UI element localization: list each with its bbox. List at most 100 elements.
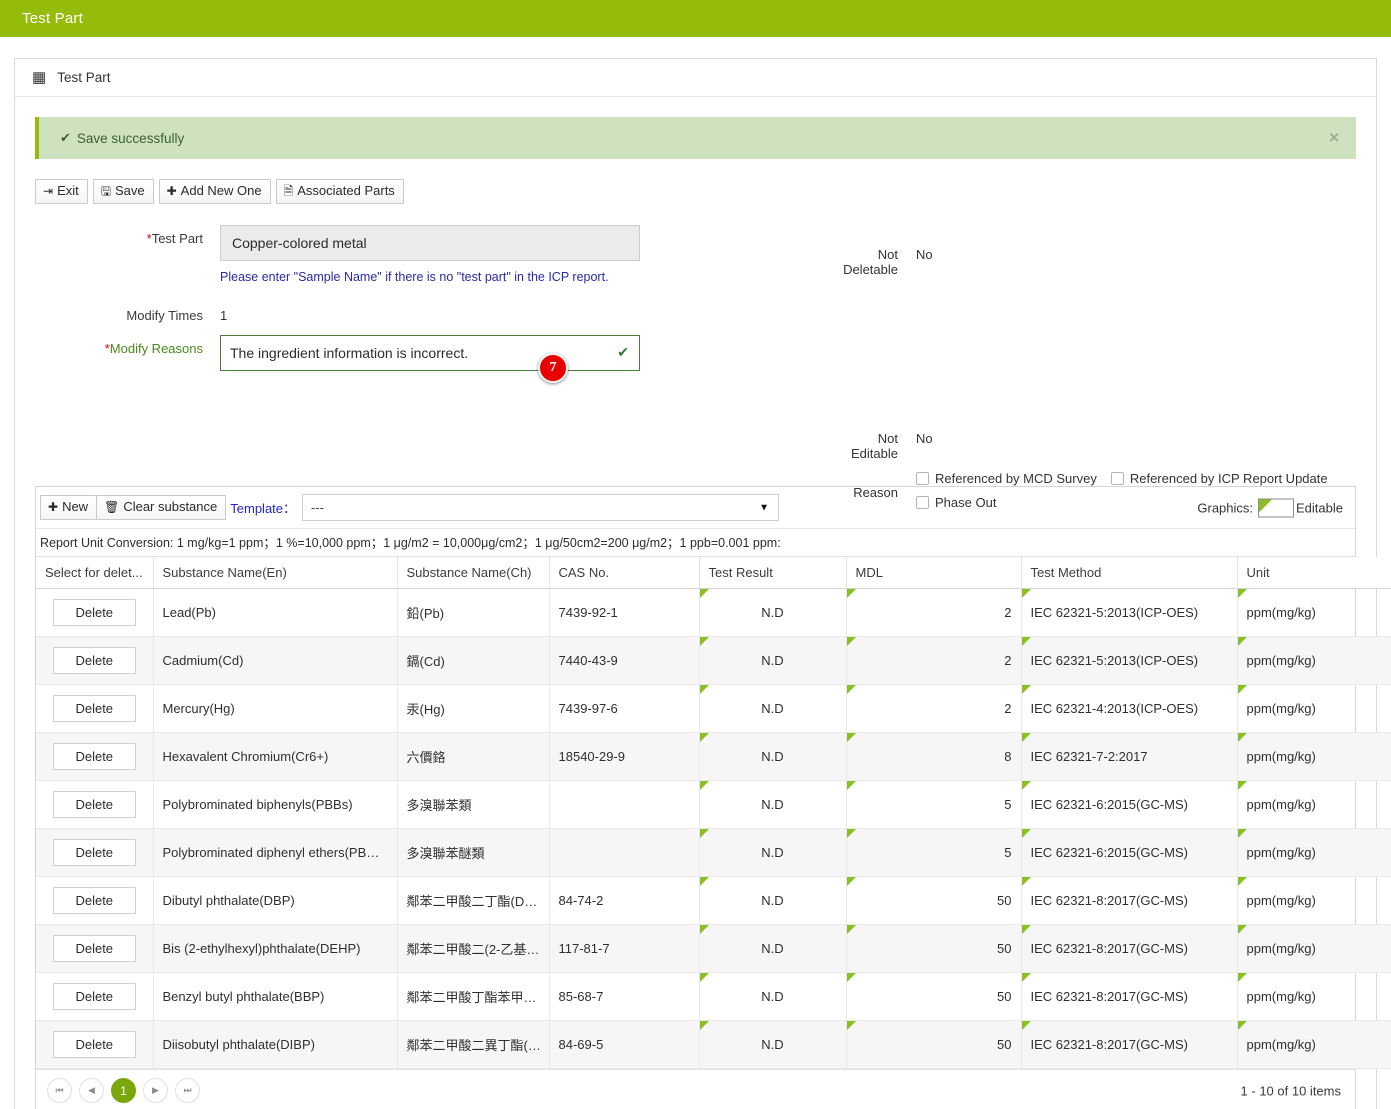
cell-test-method[interactable]: IEC 62321-4:2013(ICP-OES) <box>1021 684 1238 734</box>
cell-unit[interactable]: ppm(mg/kg) <box>1237 588 1391 638</box>
col-mdl[interactable]: MDL <box>846 557 1022 590</box>
table-row: Delete Hexavalent Chromium(Cr6+) 六價鉻 18540-… <box>36 732 1391 782</box>
not-editable-row: Not Editable No <box>840 431 1385 461</box>
save-label: Save <box>114 183 145 198</box>
delete-button[interactable]: Delete <box>52 791 136 819</box>
cell-unit[interactable]: ppm(mg/kg) <box>1237 924 1391 974</box>
cell-unit[interactable]: ppm(mg/kg) <box>1237 828 1391 878</box>
cell-test-method[interactable]: IEC 62321-7-2:2017 <box>1021 732 1238 782</box>
cell-unit[interactable]: ppm(mg/kg) <box>1237 1020 1391 1070</box>
cell-test-method[interactable]: IEC 62321-6:2015(GC-MS) <box>1021 828 1238 878</box>
graphics-legend: Graphics: Editable <box>1197 498 1343 518</box>
pager-first-button[interactable]: ⏮ <box>47 1078 72 1104</box>
modify-reasons-input[interactable]: The ingredient information is incorrect. <box>220 335 640 372</box>
add-new-one-button[interactable]: ✚ Add New One <box>158 179 271 205</box>
cell-mdl[interactable]: 5 <box>846 780 1022 830</box>
delete-button[interactable]: Delete <box>52 887 136 915</box>
clear-substance-button[interactable]: 🗑 Clear substance <box>96 495 227 521</box>
close-icon[interactable]: ✕ <box>1328 130 1340 147</box>
cell-test-method[interactable]: IEC 62321-8:2017(GC-MS) <box>1021 924 1238 974</box>
pager-next-button[interactable]: ▶ <box>143 1078 168 1104</box>
cell-test-result[interactable]: N.D <box>699 828 847 878</box>
cell-cas-no: 18540-29-9 <box>549 732 700 782</box>
checkbox-referenced-by-mcd-survey[interactable] <box>916 472 929 486</box>
modify-times-label: Modify Times <box>126 308 203 324</box>
chevron-down-icon: ▼ <box>759 502 770 514</box>
cell-unit[interactable]: ppm(mg/kg) <box>1237 684 1391 734</box>
delete-button[interactable]: Delete <box>52 839 136 867</box>
cell-mdl[interactable]: 50 <box>846 972 1022 1022</box>
cell-test-method[interactable]: IEC 62321-8:2017(GC-MS) <box>1021 876 1238 926</box>
cell-mdl[interactable]: 50 <box>846 1020 1022 1070</box>
new-label: New <box>62 499 89 515</box>
cell-test-result[interactable]: N.D <box>699 588 847 638</box>
col-substance-name-ch[interactable]: Substance Name(Ch) <box>397 557 550 590</box>
cell-unit[interactable]: ppm(mg/kg) <box>1237 780 1391 830</box>
cell-mdl[interactable]: 2 <box>846 684 1022 734</box>
save-disk-icon: 🖫 <box>100 183 111 198</box>
cell-mdl[interactable]: 8 <box>846 732 1022 782</box>
editable-label: Editable <box>1296 500 1343 516</box>
col-test-method[interactable]: Test Method <box>1021 557 1238 590</box>
cell-test-method[interactable]: IEC 62321-8:2017(GC-MS) <box>1021 1020 1238 1070</box>
delete-button[interactable]: Delete <box>52 695 136 723</box>
col-unit[interactable]: Unit <box>1237 557 1391 590</box>
cell-cas-no: 117-81-7 <box>549 924 700 974</box>
pager-page-1-button[interactable]: 1 <box>111 1078 136 1104</box>
cell-unit[interactable]: ppm(mg/kg) <box>1237 876 1391 926</box>
cell-substance-name-ch: 鄰苯二甲酸二(2-乙基… <box>397 924 550 974</box>
associated-parts-button[interactable]: 🗎 Associated Parts <box>275 179 404 205</box>
cell-mdl[interactable]: 2 <box>846 588 1022 638</box>
cell-unit[interactable]: ppm(mg/kg) <box>1237 732 1391 782</box>
cell-test-result[interactable]: N.D <box>699 1020 847 1070</box>
cell-test-method[interactable]: IEC 62321-6:2015(GC-MS) <box>1021 780 1238 830</box>
delete-button[interactable]: Delete <box>52 983 136 1011</box>
delete-button[interactable]: Delete <box>52 1031 136 1059</box>
pager-prev-button[interactable]: ◀ <box>79 1078 104 1104</box>
checkbox-referenced-by-icp-report-update[interactable] <box>1110 472 1124 486</box>
cell-unit[interactable]: ppm(mg/kg) <box>1237 636 1391 686</box>
cell-mdl[interactable]: 5 <box>846 828 1022 878</box>
test-part-input[interactable]: Copper-colored metal <box>220 225 640 262</box>
col-select-for-delete[interactable]: Select for delet... <box>36 557 154 590</box>
delete-button[interactable]: Delete <box>52 647 136 675</box>
alert-message: Save successfully <box>76 130 185 146</box>
cell-test-result[interactable]: N.D <box>699 972 847 1022</box>
cell-test-result[interactable]: N.D <box>699 876 847 926</box>
cell-mdl[interactable]: 2 <box>846 636 1022 686</box>
plus-icon: ✚ <box>48 499 59 514</box>
checkbox-label-mcd-survey: Referenced by MCD Survey <box>935 471 1097 487</box>
cell-test-result[interactable]: N.D <box>699 636 847 686</box>
pager-last-button[interactable]: ⏭ <box>175 1078 200 1104</box>
cell-test-method[interactable]: IEC 62321-5:2013(ICP-OES) <box>1021 588 1238 638</box>
delete-button[interactable]: Delete <box>52 935 136 963</box>
cell-test-result[interactable]: N.D <box>699 924 847 974</box>
exit-button[interactable]: ⇥ Exit <box>35 179 88 205</box>
cell-unit[interactable]: ppm(mg/kg) <box>1237 972 1391 1022</box>
clear-substance-label: Clear substance <box>123 499 218 515</box>
test-part-label-inner: Test Part <box>151 231 203 247</box>
cell-test-result[interactable]: N.D <box>699 780 847 830</box>
table-row: Delete Cadmium(Cd) 鎘(Cd) 7440-43-9 N.D 2 IEC 6… <box>36 636 1391 686</box>
cell-test-method[interactable]: IEC 62321-8:2017(GC-MS) <box>1021 972 1238 1022</box>
col-substance-name-en[interactable]: Substance Name(En) <box>153 557 398 590</box>
cell-substance-name-en: Hexavalent Chromium(Cr6+) <box>153 732 398 782</box>
save-button[interactable]: 🖫 Save <box>92 179 154 205</box>
grid-toolbar: ✚ New 🗑 Clear substance Template： --- ▼ … <box>36 487 1355 530</box>
test-part-panel: ▦ Test Part ✔ Save successfully ✕ ⇥ Exit… <box>14 58 1391 1109</box>
substance-grid: ✚ New 🗑 Clear substance Template： --- ▼ … <box>35 486 1391 1109</box>
modify-reasons-label-inner: Modify Reasons <box>109 341 203 357</box>
cell-test-result[interactable]: N.D <box>699 732 847 782</box>
delete-button[interactable]: Delete <box>52 599 136 627</box>
delete-button[interactable]: Delete <box>52 743 136 771</box>
new-substance-button[interactable]: ✚ New <box>40 495 97 521</box>
cell-mdl[interactable]: 50 <box>846 924 1022 974</box>
template-select[interactable]: --- ▼ <box>302 494 780 522</box>
col-test-result[interactable]: Test Result <box>699 557 847 590</box>
col-cas-no[interactable]: CAS No. <box>549 557 700 590</box>
cell-mdl[interactable]: 50 <box>846 876 1022 926</box>
table-row: Delete Diisobutyl phthalate(DIBP) 鄰苯二甲酸二異丁… <box>36 1020 1391 1070</box>
cell-test-result[interactable]: N.D <box>699 684 847 734</box>
cell-test-method[interactable]: IEC 62321-5:2013(ICP-OES) <box>1021 636 1238 686</box>
test-part-label: **Test PartTest Part <box>146 231 203 247</box>
